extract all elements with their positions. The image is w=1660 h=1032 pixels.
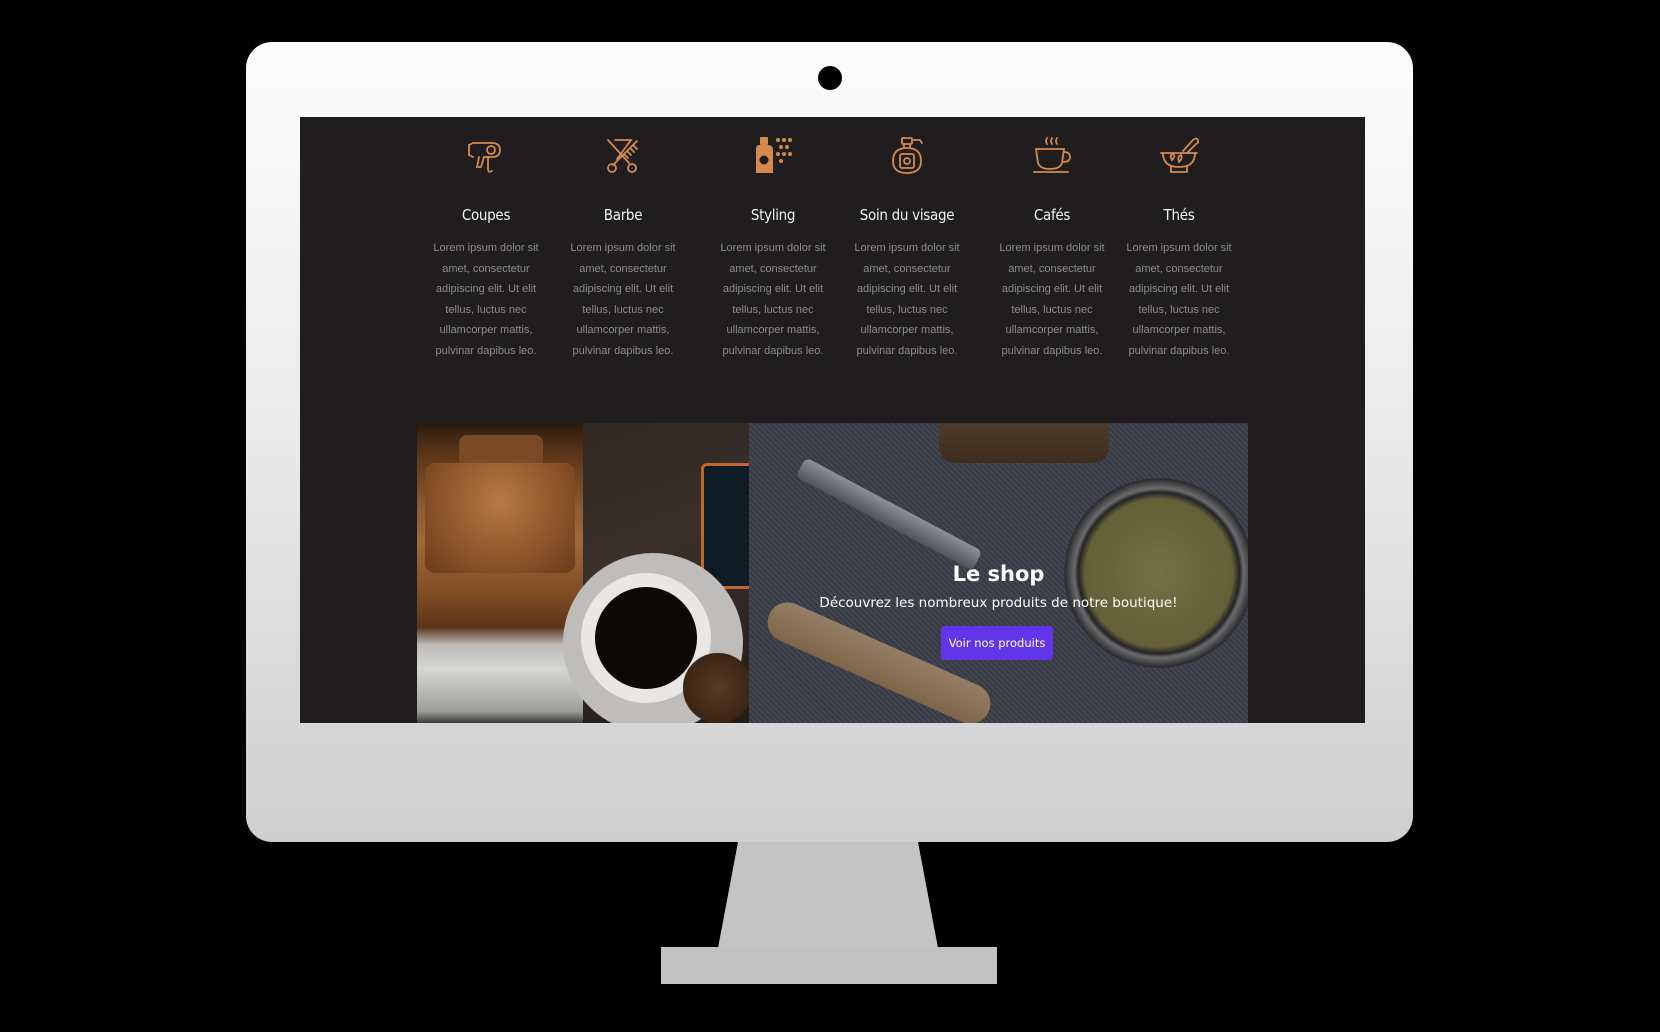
service-description: Lorem ipsum dolor sit amet, consectetur … [999, 242, 1105, 357]
website-screen: Coupes Lorem ipsum dolor sit amet, conse… [300, 117, 1365, 723]
service-title: Styling [750, 206, 796, 224]
service-title: Barbe [603, 206, 643, 224]
service-title: Cafés [1033, 206, 1071, 224]
spray-bottle-icon [756, 137, 792, 173]
barber-chair-image [417, 423, 583, 723]
shop-title: Le shop [952, 562, 1045, 586]
service-styling: Styling Lorem ipsum dolor sit amet, cons… [718, 117, 828, 361]
camera-dot [818, 66, 842, 90]
service-title: Thés [1163, 206, 1195, 224]
service-cafes: Cafés Lorem ipsum dolor sit amet, consec… [997, 117, 1107, 361]
perfume-bottle-icon [892, 137, 923, 174]
hair-dryer-icon [468, 142, 501, 173]
service-description: Lorem ipsum dolor sit amet, consectetur … [720, 242, 826, 357]
service-description: Lorem ipsum dolor sit amet, consectetur … [854, 242, 960, 357]
service-coupes: Coupes Lorem ipsum dolor sit amet, conse… [431, 117, 541, 361]
service-title: Soin du visage [859, 206, 955, 224]
service-description: Lorem ipsum dolor sit amet, consectetur … [433, 242, 539, 357]
view-products-button[interactable]: Voir nos produits [941, 626, 1053, 660]
coffee-cup-image [563, 423, 767, 723]
scissors-comb-icon [607, 139, 638, 173]
service-description: Lorem ipsum dolor sit amet, consectetur … [570, 242, 676, 357]
shop-banner: Le shop Découvrez les nombreux produits … [417, 423, 1248, 723]
services-section: Coupes Lorem ipsum dolor sit amet, conse… [300, 117, 1365, 377]
service-title: Coupes [461, 206, 511, 224]
shop-subtitle: Découvrez les nombreux produits de notre… [819, 595, 1178, 611]
service-thes: Thés Lorem ipsum dolor sit amet, consect… [1124, 117, 1234, 361]
mortar-pestle-icon [1160, 137, 1199, 173]
service-soin-du-visage: Soin du visage Lorem ipsum dolor sit ame… [852, 117, 962, 361]
service-barbe: Barbe Lorem ipsum dolor sit amet, consec… [568, 117, 678, 361]
coffee-cup-icon [1033, 137, 1071, 173]
service-description: Lorem ipsum dolor sit amet, consectetur … [1126, 242, 1232, 357]
